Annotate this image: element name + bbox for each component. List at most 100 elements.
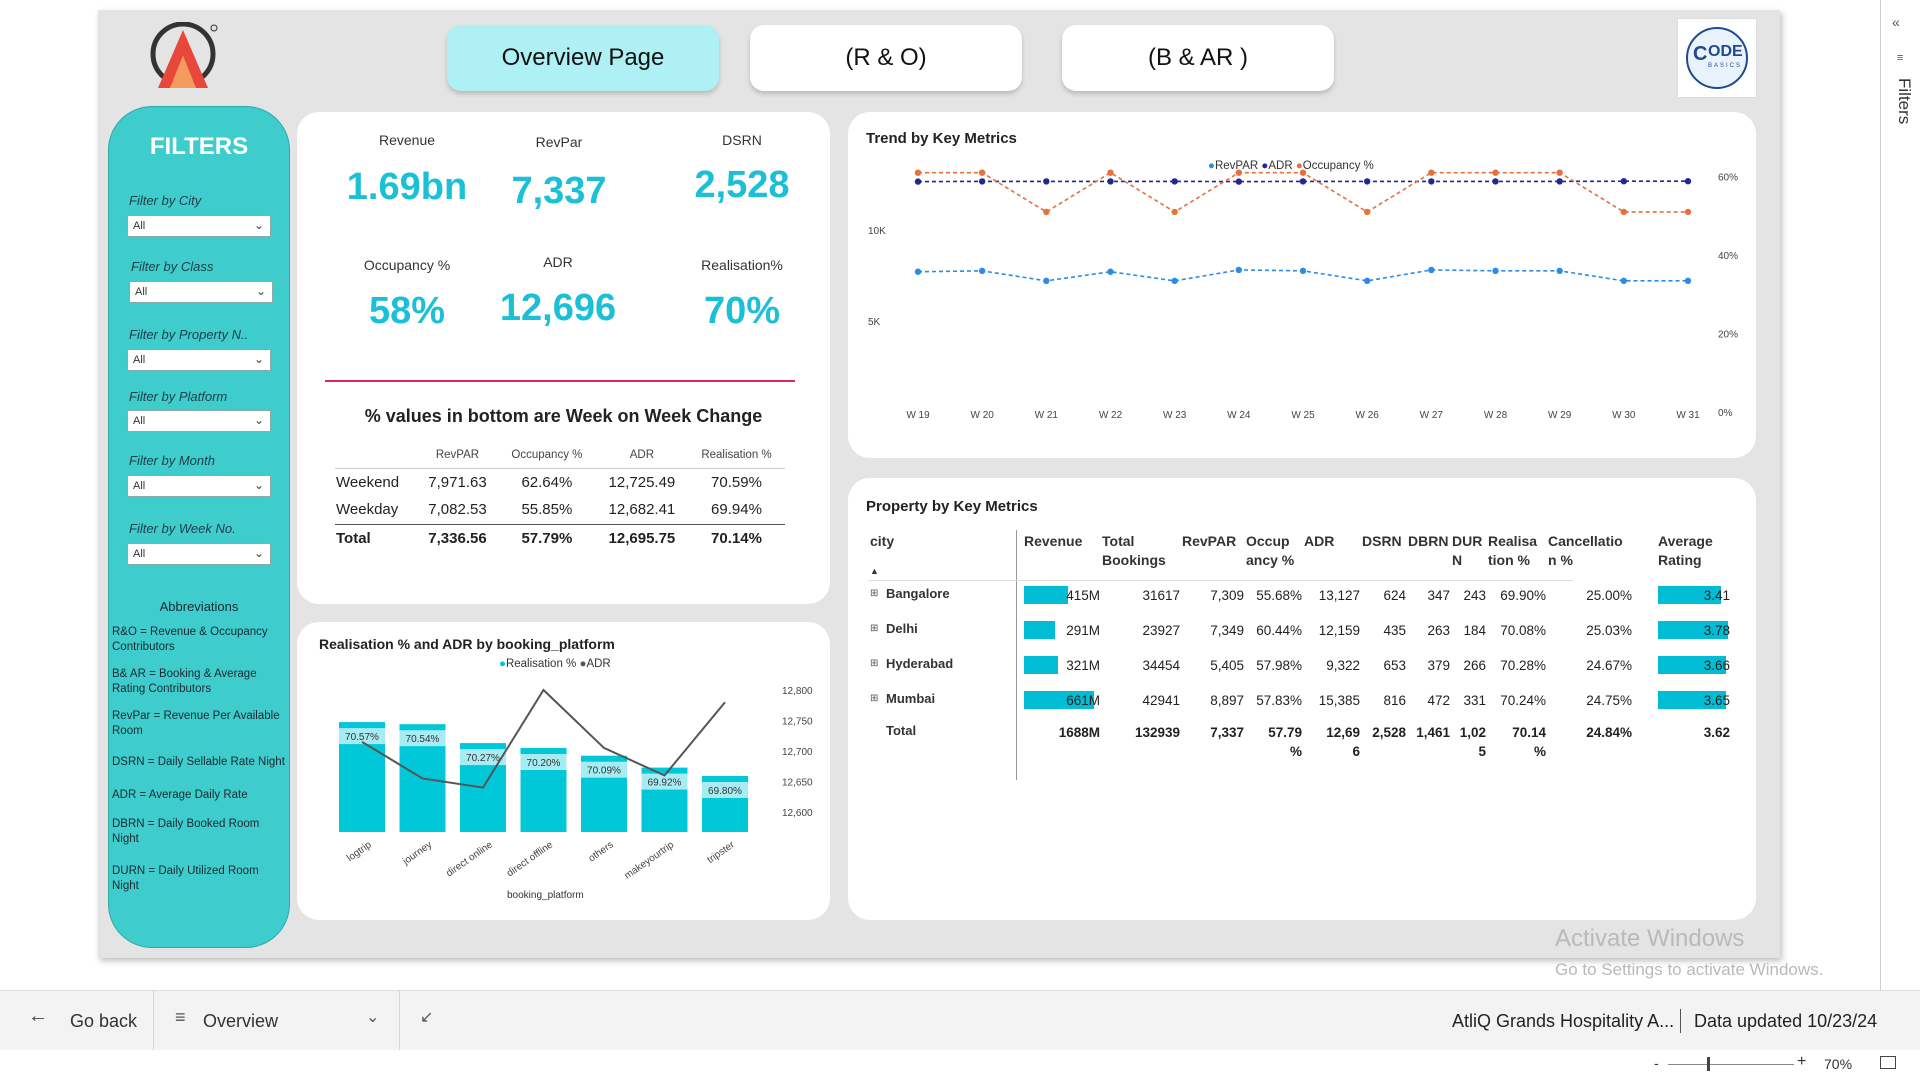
x-tick-label: W 30 <box>1612 410 1636 421</box>
table-cell: Total <box>336 529 371 547</box>
filters-panel: FILTERS Filter by City All ⌄ Filter by Cl… <box>108 106 290 948</box>
table-cell: 3.65 <box>1703 693 1730 708</box>
table-cell: 13,127 <box>1318 588 1360 603</box>
divider <box>1016 530 1017 780</box>
filter-class-select[interactable]: All ⌄ <box>129 281 273 303</box>
data-point <box>1684 208 1692 216</box>
codebasics-logo: C ODE BASICS <box>1677 18 1757 98</box>
back-arrow-icon[interactable]: ← <box>28 1005 48 1028</box>
bar-page-button[interactable]: (B & AR ) <box>1062 25 1334 91</box>
filter-week-label: Filter by Week No. <box>129 521 236 536</box>
column-header: DUR N <box>1452 533 1483 568</box>
city-cell: Bangalore <box>886 586 950 601</box>
divider <box>399 991 400 1051</box>
svg-text:C: C <box>1693 43 1707 65</box>
filter-pane-icon[interactable]: ≡ <box>1897 52 1903 64</box>
table-cell: 12,159 <box>1318 623 1360 638</box>
table-cell: 57.79% <box>521 529 573 547</box>
x-tick-label: logtrip <box>345 839 374 864</box>
abbreviation-item: R&O = Revenue & Occupancy Contributors <box>112 626 268 653</box>
filter-city-select[interactable]: All ⌄ <box>127 215 271 237</box>
data-point <box>978 178 986 185</box>
collapse-icon[interactable]: « <box>1892 14 1900 30</box>
y-right-tick-label: 12,750 <box>782 717 813 728</box>
overview-page-button[interactable]: Overview Page <box>447 25 719 91</box>
table-cell: 60.44% <box>1256 623 1302 638</box>
filter-month-select[interactable]: All ⌄ <box>127 475 271 497</box>
page-selector[interactable]: Overview <box>203 1011 278 1032</box>
data-point <box>1043 277 1050 285</box>
table-cell: 7,082.53 <box>428 501 487 519</box>
table-cell: 263 <box>1427 623 1450 638</box>
x-tick-label: W 27 <box>1420 410 1444 421</box>
wow-header: ADR <box>629 448 655 461</box>
zoom-slider-thumb[interactable] <box>1707 1057 1710 1071</box>
expand-icon[interactable]: ⊞ <box>870 658 878 669</box>
table-cell: 70.08% <box>1500 623 1546 638</box>
x-tick-label: direct online <box>444 839 495 879</box>
divider <box>1680 1009 1681 1033</box>
fit-page-icon[interactable] <box>1880 1056 1896 1069</box>
zoom-out-icon[interactable]: - <box>1654 1055 1659 1071</box>
collapse-arrows-icon[interactable]: ↙ <box>420 1007 433 1027</box>
property-table: city Revenue Total Bookings RevPAR Occup anc… <box>848 478 1756 920</box>
data-point <box>1556 178 1563 185</box>
table-cell: Weekday <box>336 501 399 519</box>
filter-week-select[interactable]: All ⌄ <box>127 543 271 565</box>
filter-property-select[interactable]: All ⌄ <box>127 349 271 371</box>
zoom-level: 70% <box>1824 1056 1853 1072</box>
total-cell: 12,69 6 <box>1326 725 1360 759</box>
filters-pane-tab[interactable]: Filters <box>1886 78 1914 148</box>
table-cell: 266 <box>1463 658 1486 673</box>
data-label: 70.57% <box>345 732 379 743</box>
property-table-card: Property by Key Metrics city Revenue Total… <box>848 478 1756 920</box>
table-cell: 184 <box>1463 623 1486 638</box>
column-header: RevPAR <box>1182 533 1237 549</box>
data-point <box>1171 178 1178 185</box>
data-point <box>1492 267 1499 275</box>
data-point <box>1235 178 1243 185</box>
expand-icon[interactable]: ⊞ <box>870 588 878 599</box>
column-header: Occup ancy % <box>1246 533 1295 568</box>
abbreviation-item: DSRN = Daily Sellable Rate Night <box>112 756 285 768</box>
data-point <box>1620 208 1628 216</box>
wow-title: % values in bottom are Week on Week Chan… <box>364 406 763 426</box>
data-point <box>1299 169 1307 176</box>
x-tick-label: W 24 <box>1227 410 1251 421</box>
data-updated: Data updated 10/23/24 <box>1694 1011 1878 1031</box>
filter-platform-label: Filter by Platform <box>129 389 228 404</box>
x-tick-label: direct offline <box>505 839 556 879</box>
table-cell: 25.00% <box>1586 588 1632 603</box>
chevron-down-icon: ⌄ <box>253 352 264 366</box>
table-cell: 34454 <box>1142 658 1180 673</box>
expand-icon[interactable]: ⊞ <box>870 623 878 634</box>
total-cell: 7,337 <box>1210 725 1244 740</box>
table-cell: 435 <box>1383 623 1406 638</box>
go-back-button[interactable]: Go back <box>70 1011 137 1032</box>
filter-city-value: All <box>133 220 146 232</box>
y-left-tick-label: 10K <box>868 226 886 237</box>
chevron-down-icon[interactable]: ⌄ <box>366 1007 379 1027</box>
filter-platform-select[interactable]: All ⌄ <box>127 410 271 432</box>
city-cell: Delhi <box>886 621 918 636</box>
table-cell: 3.78 <box>1703 623 1730 638</box>
y-right-tick-label: 20% <box>1718 330 1738 341</box>
column-header: Realisa tion % <box>1488 533 1538 568</box>
data-point <box>1556 169 1563 176</box>
data-point <box>1492 169 1499 176</box>
expand-icon[interactable]: ⊞ <box>870 693 878 704</box>
x-tick-label: W 28 <box>1484 410 1508 421</box>
table-cell: 23927 <box>1142 623 1180 638</box>
table-cell: 42941 <box>1142 693 1180 708</box>
table-cell: 55.68% <box>1256 588 1302 603</box>
zoom-in-icon[interactable]: + <box>1797 1053 1806 1071</box>
kpi-adr-label: ADR <box>543 254 573 270</box>
logo-subtext: BASICS <box>1708 63 1743 69</box>
abbreviation-item: DBRN = Daily Booked Room Night <box>112 818 260 845</box>
wow-header <box>335 442 417 468</box>
zoom-bar: - + 70% <box>0 1050 1920 1080</box>
ro-page-button[interactable]: (R & O) <box>750 25 1022 91</box>
table-cell: 3.66 <box>1703 658 1730 673</box>
filter-city-label: Filter by City <box>129 193 202 208</box>
zoom-slider-track[interactable] <box>1668 1064 1794 1065</box>
